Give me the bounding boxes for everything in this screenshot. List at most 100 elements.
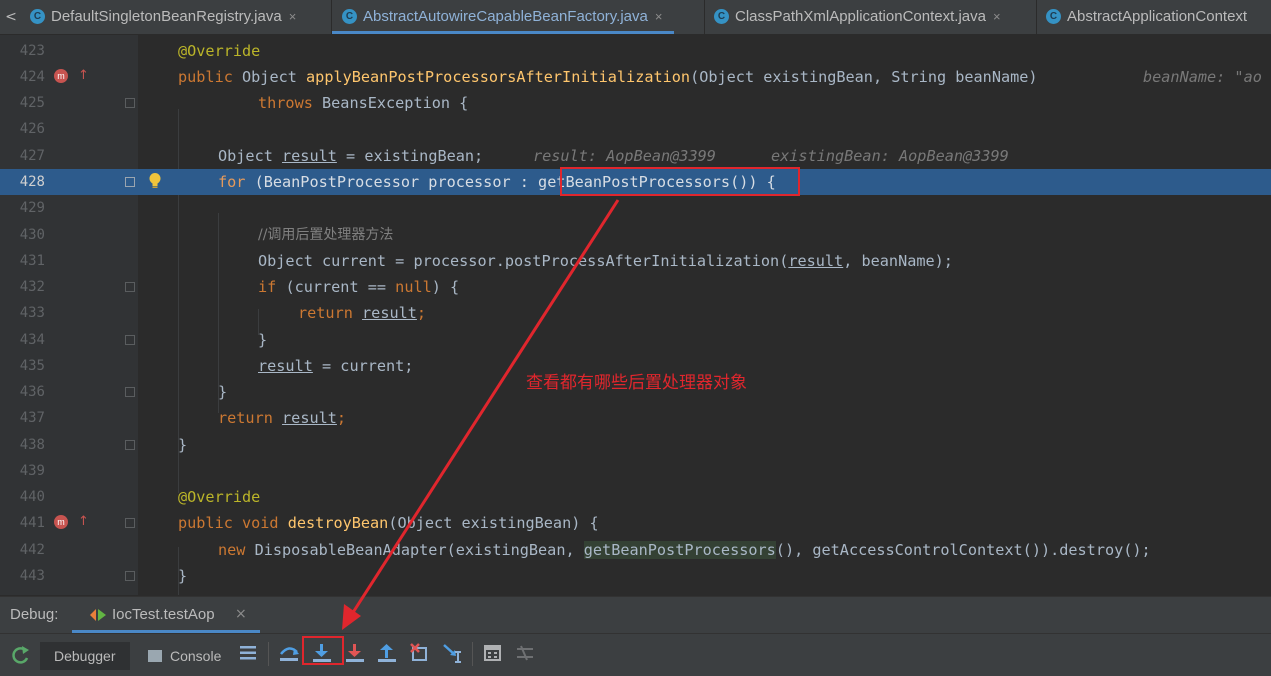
code-text: public void destroyBean(Object existingB…	[178, 514, 599, 532]
step-out-icon[interactable]	[374, 640, 400, 666]
line-number: 439	[19, 463, 45, 479]
tab-default-singleton-bean-registry[interactable]: C DefaultSingletonBeanRegistry.java ×	[30, 0, 296, 34]
class-icon: C	[30, 8, 45, 24]
code-text: public Object applyBeanPostProcessorsAft…	[178, 68, 1038, 86]
debug-panel-header: Debug: IocTest.testAop ×	[0, 596, 1271, 633]
fold-marker-icon[interactable]	[125, 282, 135, 292]
run-to-cursor-icon[interactable]	[440, 640, 466, 666]
debug-panel-title: Debug:	[10, 606, 59, 623]
junit-run-icon	[90, 609, 106, 621]
step-into-icon[interactable]	[342, 640, 368, 666]
code-line[interactable]: 424 m ↑ public Object applyBeanPostProce…	[0, 64, 1271, 90]
line-number: 440	[19, 489, 45, 505]
code-line[interactable]: 429	[0, 195, 1271, 221]
close-tab-icon[interactable]: ×	[289, 9, 297, 24]
code-line[interactable]: 425 throws BeansException {	[0, 90, 1271, 116]
line-number: 430	[19, 227, 45, 243]
tab-scroll-left-icon[interactable]: <	[0, 0, 22, 34]
code-text: result = current;	[258, 357, 414, 375]
code-text: return result;	[218, 409, 347, 427]
lightbulb-icon[interactable]	[148, 172, 162, 190]
code-line[interactable]: 441 m ↑ public void destroyBean(Object e…	[0, 510, 1271, 536]
code-line[interactable]: 442 new DisposableBeanAdapter(existingBe…	[0, 537, 1271, 563]
close-tab-icon[interactable]: ×	[993, 9, 1001, 24]
code-text: throws BeansException {	[258, 94, 469, 112]
line-number: 435	[19, 358, 45, 374]
toolbar-separator	[268, 642, 269, 666]
debug-session-tab[interactable]: IocTest.testAop ×	[72, 597, 260, 633]
tab-abstract-autowire-capable-bean-factory[interactable]: C AbstractAutowireCapableBeanFactory.java…	[332, 0, 675, 34]
evaluate-expression-icon[interactable]	[480, 640, 506, 666]
code-line[interactable]: 433 return result;	[0, 300, 1271, 326]
code-line[interactable]: 432 if (current == null) {	[0, 274, 1271, 300]
inline-debug-hint: existingBean: AopBean@3399	[771, 147, 1009, 165]
close-session-icon[interactable]: ×	[235, 606, 247, 622]
fold-marker-icon[interactable]	[125, 177, 135, 187]
code-line[interactable]: 434 }	[0, 327, 1271, 353]
tab-divider	[1036, 0, 1037, 34]
debug-session-label: IocTest.testAop	[112, 606, 215, 623]
code-text: }	[218, 383, 228, 401]
code-line[interactable]: 443 }	[0, 563, 1271, 589]
tab-label: AbstractApplicationContext	[1067, 8, 1248, 25]
line-number: 433	[19, 305, 45, 321]
class-icon: C	[342, 8, 357, 24]
line-number: 429	[19, 200, 45, 216]
code-text: @Override	[178, 488, 261, 506]
rerun-icon[interactable]	[8, 642, 34, 668]
code-line[interactable]: 423 @Override	[0, 38, 1271, 64]
code-line[interactable]: 438 }	[0, 432, 1271, 458]
code-line[interactable]: 439	[0, 458, 1271, 484]
threads-menu-icon[interactable]	[236, 640, 262, 666]
code-line[interactable]: 426	[0, 116, 1271, 142]
console-icon	[148, 650, 162, 663]
code-text: Object current = processor.postProcessAf…	[258, 252, 953, 270]
tab-console-label: Console	[170, 648, 222, 664]
line-number: 423	[19, 43, 45, 59]
tab-debugger[interactable]: Debugger	[40, 642, 130, 670]
fold-marker-icon[interactable]	[125, 387, 135, 397]
code-line[interactable]: 437 return result;	[0, 405, 1271, 431]
implemented-up-arrow-icon[interactable]: ↑	[78, 515, 89, 529]
show-execution-point-icon[interactable]	[276, 640, 302, 666]
fold-marker-icon[interactable]	[125, 335, 135, 345]
tab-divider	[704, 0, 705, 34]
fold-marker-icon[interactable]	[125, 440, 135, 450]
overrides-method-icon[interactable]: m	[54, 515, 68, 529]
code-editor[interactable]: 423 @Override 424 m ↑ public Object appl…	[0, 35, 1271, 595]
close-tab-icon[interactable]: ×	[655, 9, 663, 24]
inline-debug-hint: beanName: "ao	[1143, 68, 1262, 86]
tab-console[interactable]: Console	[148, 642, 221, 670]
code-comment: //调用后置处理器方法	[258, 227, 394, 243]
code-line[interactable]: 440 @Override	[0, 484, 1271, 510]
code-line[interactable]: 430 //调用后置处理器方法	[0, 222, 1271, 248]
line-number: 426	[19, 121, 45, 137]
code-line[interactable]: 431 Object current = processor.postProce…	[0, 248, 1271, 274]
code-text: }	[178, 436, 188, 454]
line-number: 442	[19, 542, 45, 558]
line-number: 436	[19, 384, 45, 400]
fold-marker-icon[interactable]	[125, 518, 135, 528]
tab-class-path-xml-application-context[interactable]: C ClassPathXmlApplicationContext.java ×	[714, 0, 1001, 34]
highlight-box-step-over	[302, 636, 344, 665]
inline-debug-hint: result: AopBean@3399	[533, 147, 716, 165]
drop-frame-icon[interactable]	[407, 640, 433, 666]
line-number: 443	[19, 568, 45, 584]
code-text: if (current == null) {	[258, 278, 460, 296]
fold-marker-icon[interactable]	[125, 571, 135, 581]
debug-toolbar: Debugger Console	[0, 633, 1271, 676]
line-number: 441	[19, 515, 45, 531]
code-text: }	[258, 331, 268, 349]
trace-icon[interactable]	[512, 640, 538, 666]
line-number: 434	[19, 332, 45, 348]
fold-marker-icon[interactable]	[125, 98, 135, 108]
tab-label: AbstractAutowireCapableBeanFactory.java	[363, 8, 648, 25]
tab-abstract-application-context[interactable]: C AbstractApplicationContext	[1046, 0, 1247, 34]
code-text: Object result = existingBean;	[218, 147, 484, 165]
annotation-text: 查看都有哪些后置处理器对象	[526, 373, 747, 393]
implemented-up-arrow-icon[interactable]: ↑	[78, 69, 89, 83]
code-line[interactable]: 427 Object result = existingBean; result…	[0, 143, 1271, 169]
tab-label: DefaultSingletonBeanRegistry.java	[51, 8, 282, 25]
overrides-method-icon[interactable]: m	[54, 69, 68, 83]
class-icon: C	[1046, 8, 1061, 24]
